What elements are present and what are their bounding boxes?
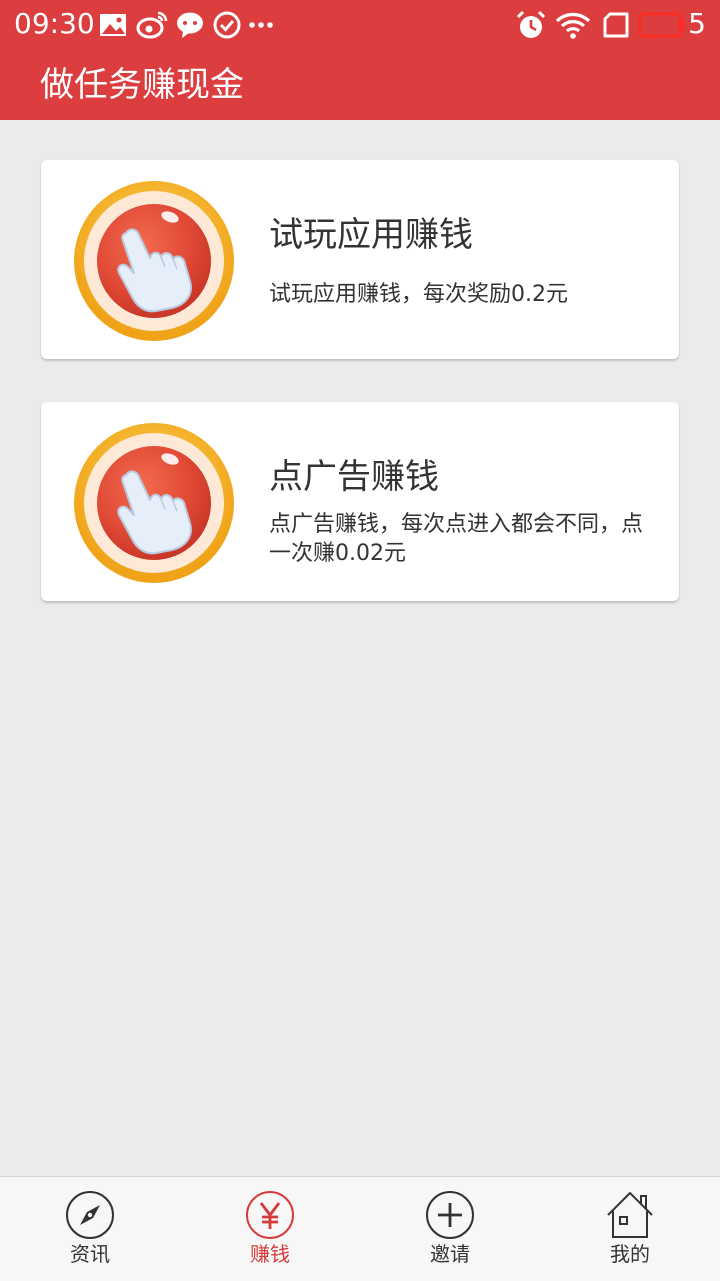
sim-card-icon: [603, 12, 629, 38]
tab-news[interactable]: 资讯: [0, 1177, 180, 1281]
pointing-hand-icon: [74, 181, 234, 341]
check-circle-icon: [213, 11, 241, 39]
task-title: 试玩应用赚钱: [269, 215, 473, 255]
more-dots-icon: [249, 22, 273, 28]
task-description: 点广告赚钱，每次点进入都会不同，点一次赚0.02元: [269, 512, 644, 566]
page-title: 做任务赚现金: [40, 65, 244, 105]
task-description: 试玩应用赚钱，每次奖励0.2元: [269, 282, 568, 307]
yen-icon: [246, 1191, 294, 1239]
bottom-nav: 资讯 赚钱 邀请 我的: [0, 1176, 720, 1281]
battery-icon: [638, 12, 684, 38]
tab-label: 我的: [610, 1242, 650, 1266]
tab-invite[interactable]: 邀请: [360, 1177, 540, 1281]
task-title: 点广告赚钱: [269, 457, 439, 497]
home-icon: [607, 1192, 653, 1238]
tab-label: 赚钱: [250, 1242, 290, 1266]
tab-earn[interactable]: 赚钱: [180, 1177, 360, 1281]
tab-label: 邀请: [430, 1242, 470, 1266]
weibo-icon: [136, 11, 168, 39]
wifi-icon: [555, 13, 591, 39]
battery-level: 5: [688, 7, 706, 40]
app-bar: 做任务赚现金: [0, 50, 720, 120]
alarm-icon: [516, 10, 546, 38]
status-time: 09:30: [14, 7, 95, 40]
pointing-hand-icon: [74, 423, 234, 583]
task-card-try-app[interactable]: 试玩应用赚钱 试玩应用赚钱，每次奖励0.2元: [41, 160, 679, 359]
chat-bubble-icon: [177, 12, 203, 38]
compass-icon: [66, 1191, 114, 1239]
image-icon: [100, 14, 126, 36]
status-bar: 09:30 5: [0, 0, 720, 50]
tab-mine[interactable]: 我的: [540, 1177, 720, 1281]
plus-circle-icon: [426, 1191, 474, 1239]
tab-label: 资讯: [70, 1242, 110, 1266]
task-card-click-ads[interactable]: 点广告赚钱 点广告赚钱，每次点进入都会不同，点一次赚0.02元: [41, 402, 679, 601]
